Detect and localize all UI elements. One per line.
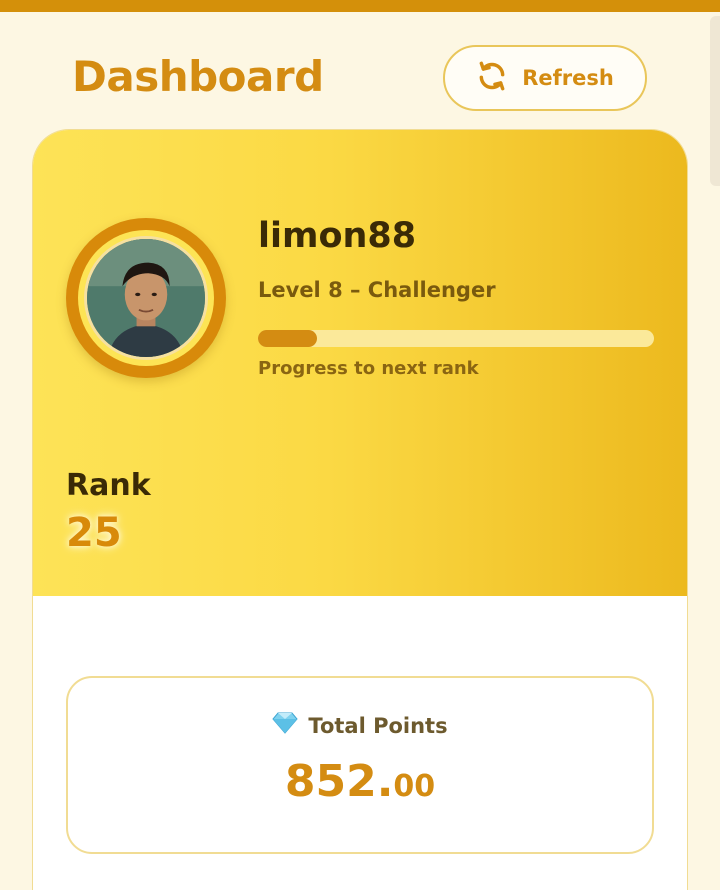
avatar-photo — [87, 239, 205, 357]
total-points-integer: 852. — [284, 756, 394, 807]
rank-progress-bar — [258, 330, 654, 347]
total-points-header: Total Points — [68, 712, 652, 739]
profile-card: limon88 Level 8 – Challenger Progress to… — [33, 130, 687, 890]
total-points-label: Total Points — [308, 713, 448, 738]
scrollbar-thumb[interactable] — [710, 16, 720, 186]
rank-label: Rank — [66, 468, 151, 503]
username: limon88 — [258, 216, 417, 256]
total-points-value: 852.00 — [68, 756, 652, 807]
diamond-icon — [272, 712, 299, 739]
rank-value: 25 — [66, 510, 122, 556]
profile-hero: limon88 Level 8 – Challenger Progress to… — [33, 130, 687, 596]
refresh-button-label: Refresh — [522, 66, 614, 90]
level-label: Level 8 – Challenger — [258, 278, 496, 302]
page-title: Dashboard — [72, 52, 324, 101]
top-accent-bar — [0, 0, 720, 12]
progress-label: Progress to next rank — [258, 358, 479, 379]
total-points-decimal: 00 — [393, 769, 436, 804]
rank-progress-fill — [258, 330, 318, 347]
total-points-card: Total Points 852.00 — [66, 676, 654, 854]
refresh-icon — [476, 60, 508, 97]
avatar[interactable] — [84, 236, 208, 360]
avatar-ring — [66, 218, 226, 378]
refresh-button[interactable]: Refresh — [443, 45, 647, 111]
